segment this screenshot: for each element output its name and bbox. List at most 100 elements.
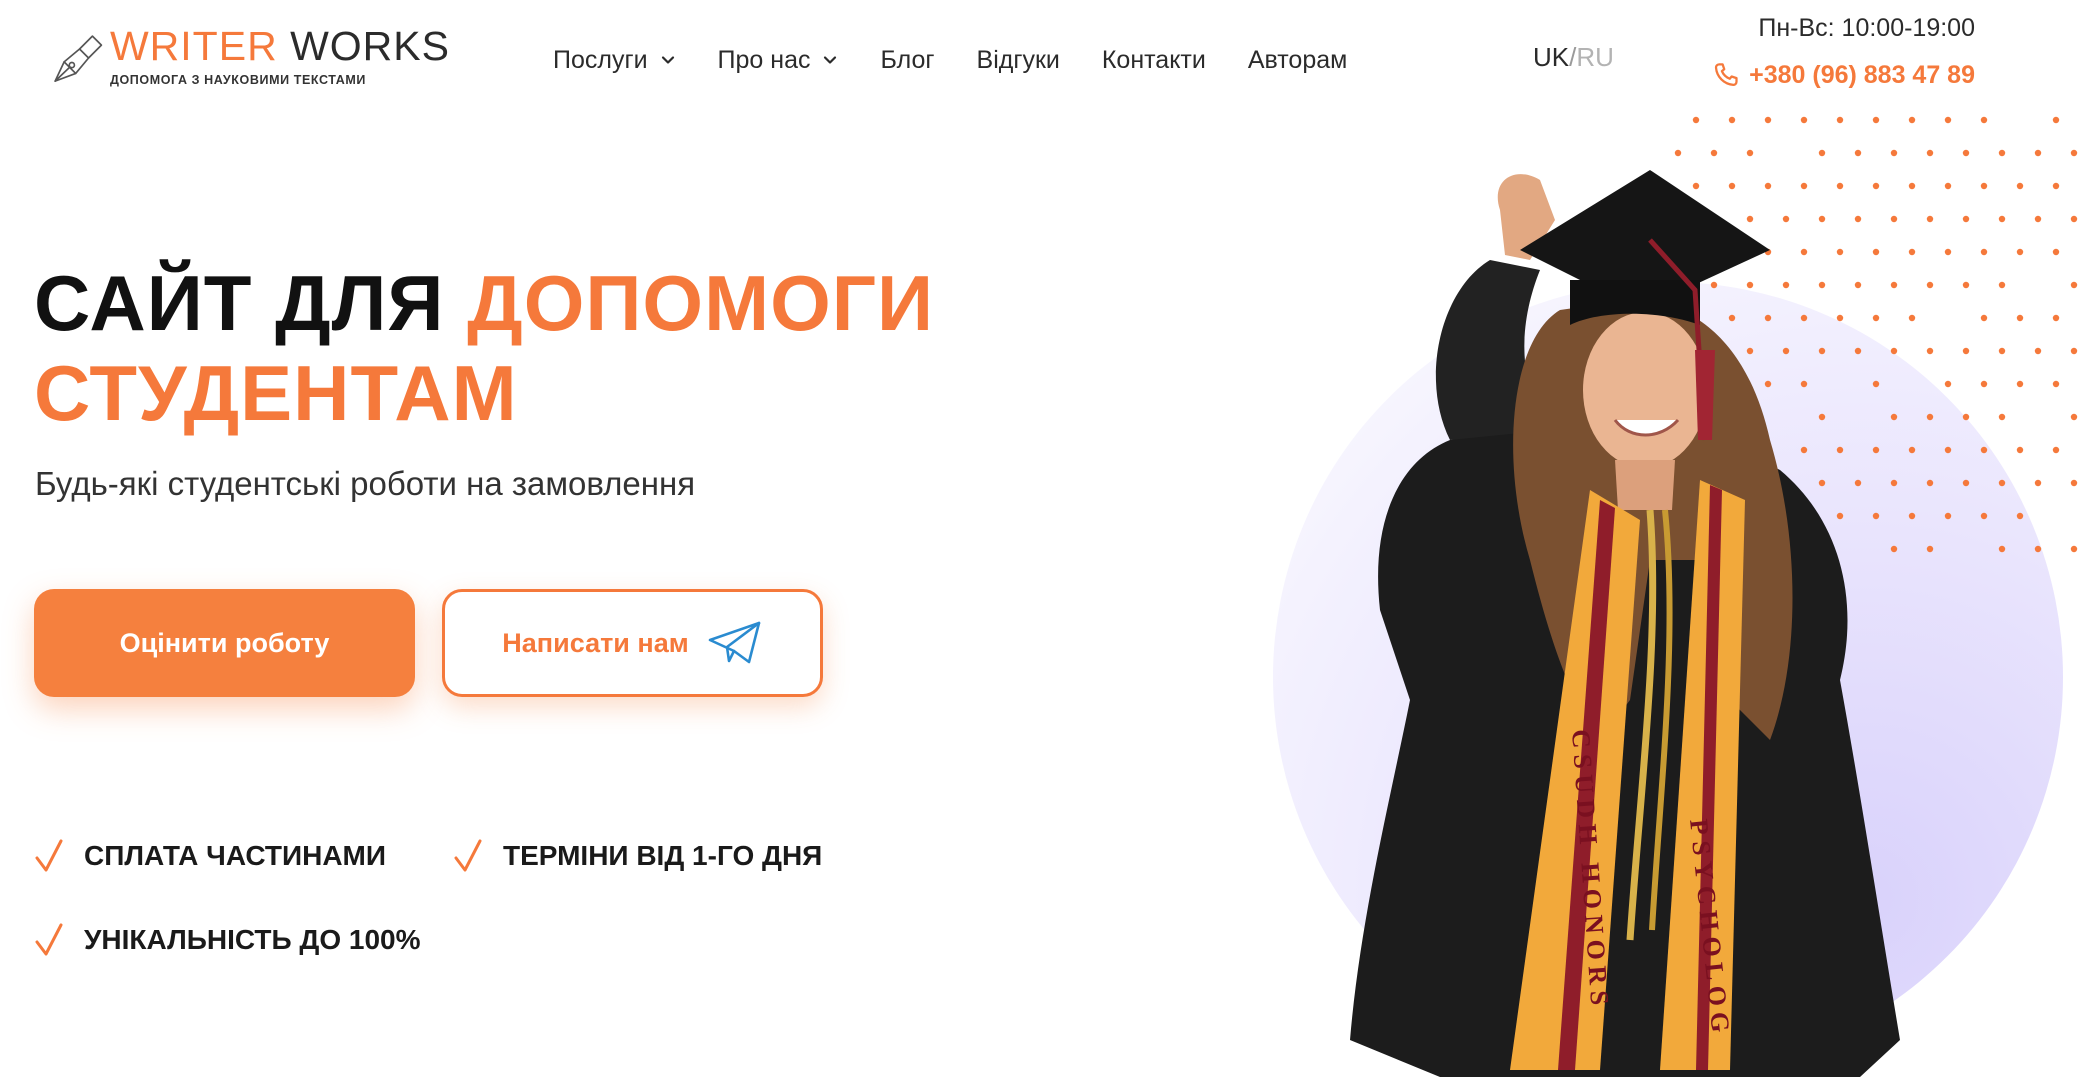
decoration-dot [2035,546,2041,552]
decoration-dot [1981,447,1987,453]
decoration-dot [2017,447,2023,453]
phone-number: +380 (96) 883 47 89 [1749,61,1975,90]
decoration-dot [2053,183,2059,189]
decoration-dot [1729,117,1735,123]
fountain-pen-icon [50,18,104,98]
decoration-dot [1963,150,1969,156]
decoration-dot [2035,216,2041,222]
logo-word-works: WORKS [290,23,450,69]
evaluate-work-button[interactable]: Оцінити роботу [34,589,415,697]
decoration-dot [2071,414,2077,420]
logo[interactable]: WRITER WORKS ДОПОМОГА З НАУКОВИМИ ТЕКСТА… [50,18,450,98]
decoration-dot [2035,348,2041,354]
decoration-dot [2035,150,2041,156]
site-header: WRITER WORKS ДОПОМОГА З НАУКОВИМИ ТЕКСТА… [0,0,2085,120]
neck [1615,460,1675,510]
decoration-dot [1765,117,1771,123]
feature-deadline: ТЕРМІНИ ВІД 1-ГО ДНЯ [453,838,822,874]
decoration-dot [1945,381,1951,387]
hero-subtitle: Будь-які студентські роботи на замовленн… [35,465,695,503]
feature-uniqueness: УНІКАЛЬНІСТЬ ДО 100% [34,922,421,958]
decoration-dot [2017,315,2023,321]
decoration-dot [1981,315,1987,321]
decoration-dot [2017,381,2023,387]
chevron-down-icon [660,52,676,68]
decoration-dot [1963,480,1969,486]
feature-label: ТЕРМІНИ ВІД 1-ГО ДНЯ [503,840,822,872]
decoration-dot [1909,117,1915,123]
decoration-dot [2053,381,2059,387]
decoration-dot [1945,117,1951,123]
decoration-dot [2071,282,2077,288]
decoration-dot [1873,117,1879,123]
decoration-dot [2071,216,2077,222]
feature-label: УНІКАЛЬНІСТЬ ДО 100% [84,924,421,956]
decoration-dot [1999,216,2005,222]
working-hours: Пн-Вс: 10:00-19:00 [1758,14,1975,43]
logo-tagline: ДОПОМОГА З НАУКОВИМИ ТЕКСТАМИ [110,73,450,87]
decoration-dot [1801,117,1807,123]
phone-icon [1711,60,1741,90]
hero-visual: CSUDH HONORS PSYCHOLOG [1240,110,2085,1077]
evaluate-work-label: Оцінити роботу [120,628,330,659]
feature-installments: СПЛАТА ЧАСТИНАМИ [34,838,386,874]
decoration-dot [1999,480,2005,486]
decoration-dot [2053,249,2059,255]
feature-label: СПЛАТА ЧАСТИНАМИ [84,840,386,872]
tassel-end [1695,350,1715,440]
check-icon [34,922,64,958]
hero-title-accent-2: СТУДЕНТАМ [34,349,518,437]
decoration-dot [1963,348,1969,354]
check-icon [453,838,483,874]
lang-uk[interactable]: UK [1533,42,1569,72]
decoration-dot [1837,117,1843,123]
write-us-label: Написати нам [502,628,688,659]
decoration-dot [1999,348,2005,354]
write-us-button[interactable]: Написати нам [442,589,823,697]
decoration-dot [2071,546,2077,552]
telegram-icon [707,620,763,666]
decoration-dot [2071,348,2077,354]
nav-item-label: Про нас [718,46,811,75]
language-switcher: UK/RU [1533,42,1614,73]
decoration-dot [1999,282,2005,288]
decoration-dot [1981,381,1987,387]
decoration-dot [1945,249,1951,255]
graduate-student-image: CSUDH HONORS PSYCHOLOG [1300,140,1940,1077]
hero-title-accent-1: ДОПОМОГИ [467,259,934,347]
decoration-dot [2071,480,2077,486]
decoration-dot [2071,150,2077,156]
decoration-dot [1963,216,1969,222]
decoration-dot [1981,183,1987,189]
decoration-dot [1963,414,1969,420]
decoration-dot [2053,117,2059,123]
decoration-dot [2053,447,2059,453]
decoration-dot [1945,513,1951,519]
decoration-dot [2053,315,2059,321]
nav-item-label: Послуги [553,46,648,75]
nav-item-services[interactable]: Послуги [553,46,676,75]
hero-title-dark: САЙТ ДЛЯ [34,259,467,347]
decoration-dot [1981,513,1987,519]
decoration-dot [1945,183,1951,189]
decoration-dot [1981,249,1987,255]
phone-link[interactable]: +380 (96) 883 47 89 [1711,60,1975,90]
face [1583,312,1707,468]
check-icon [34,838,64,874]
nav-item-about[interactable]: Про нас [718,46,839,75]
logo-title: WRITER WORKS [110,26,450,67]
decoration-dot [2017,249,2023,255]
decoration-dot [1981,117,1987,123]
nav-item-reviews[interactable]: Відгуки [977,46,1060,75]
nav-item-contacts[interactable]: Контакти [1102,46,1206,75]
nav-item-authors[interactable]: Авторам [1248,46,1347,75]
decoration-dot [2035,480,2041,486]
logo-word-writer: WRITER [110,23,278,69]
lang-ru[interactable]: RU [1576,42,1614,72]
decoration-dot [1963,282,1969,288]
decoration-dot [2017,183,2023,189]
decoration-dot [1999,150,2005,156]
decoration-dot [1945,447,1951,453]
hero-title: САЙТ ДЛЯ ДОПОМОГИ СТУДЕНТАМ [34,258,1034,438]
nav-item-blog[interactable]: Блог [880,46,934,75]
